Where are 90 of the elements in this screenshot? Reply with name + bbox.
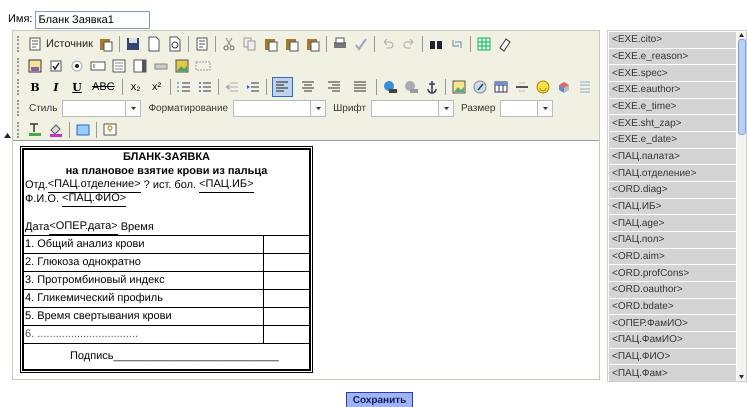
table-icon[interactable] [492,79,509,96]
select-all-icon[interactable] [476,36,492,52]
field-list-item[interactable]: <ПАЦ.палата> [609,148,736,164]
field-list-item[interactable]: <EXE.cito> [609,32,736,48]
table-cell: 4. Гликемический профиль [24,290,264,307]
form-title: БЛАНК-ЗАЯВКА [122,150,211,164]
format-label: Форматирование [148,102,228,116]
style-label: Стиль [29,102,58,116]
field-list-item[interactable]: <ORD.diag> [609,182,736,198]
strikethrough-button[interactable]: ABC [90,78,117,96]
textarea-icon[interactable] [111,58,127,74]
field-list-item[interactable]: <ORD.aim> [609,248,736,264]
size-label: Размер [461,102,496,116]
scroll-down-icon[interactable] [738,375,745,380]
field-list-item[interactable]: <EXE.sht_zap> [609,115,736,132]
field-list-item[interactable]: <ПАЦ.пол> [609,232,736,248]
field-list-item[interactable]: <ПАЦ.Фам> [609,365,736,382]
image-icon[interactable] [450,79,467,96]
scroll-up-icon[interactable] [738,32,745,37]
form-text: Отд. [25,178,48,192]
radio-button-icon[interactable] [69,58,85,74]
caret-icon [542,106,548,110]
text-color-icon[interactable] [27,122,43,138]
field-placeholder: <ПАЦ.отделение> [48,178,141,193]
caret-icon [316,106,321,110]
cut-icon[interactable] [220,36,237,52]
field-list-item[interactable]: <EXE.e_time> [609,98,736,114]
field-list-item[interactable]: <ORD.bdate> [609,298,736,314]
field-list-item[interactable]: <EXE.e_date> [609,132,736,148]
table-cell: 5. Время свертывания крови [24,308,264,325]
align-left-button[interactable] [272,77,293,98]
field-list-item[interactable]: <ПАЦ.age> [609,215,736,232]
font-label: Шрифт [333,102,366,116]
background-color-icon[interactable] [48,122,64,138]
form-text: ? ист. бол. [142,178,198,192]
field-list-item[interactable]: <ORD.oauthor> [609,282,736,298]
new-page-icon[interactable] [146,36,162,52]
table-cell: 1. Общий анализ крови [24,236,264,253]
name-label: Имя: [8,12,32,28]
image-button-icon[interactable] [174,58,190,74]
form-subtitle: на плановое взятие крови из пальца [64,164,268,178]
form-text: Ф.И.О. [25,192,60,206]
select-list-icon[interactable] [132,58,148,74]
paste-text-icon[interactable] [284,36,300,52]
field-list-item[interactable]: <ORD.profCons> [609,265,736,282]
checkbox-icon[interactable] [48,58,64,74]
show-blocks-icon[interactable] [75,122,91,138]
bold-button[interactable]: B [27,78,43,96]
form-text: Дата [25,220,50,234]
field-list-item[interactable]: <ПАЦ.отделение> [609,165,736,182]
table-cell: 6. ................................. [24,326,264,343]
preview-icon[interactable] [166,36,183,52]
table-cell: 3. Протромбиновый индекс [24,272,264,289]
template-icon[interactable] [194,36,210,52]
save-button[interactable]: Сохранить [346,392,414,407]
field-list-item[interactable]: <EXE.spec> [609,65,736,82]
caret-icon [130,106,136,110]
smiley-icon[interactable] [534,79,551,96]
editor-content[interactable] [13,140,599,379]
spellcheck-icon[interactable] [352,36,369,52]
paste-word-icon[interactable] [304,36,321,52]
name-field[interactable]: Бланк Заявка1 [35,10,150,28]
field-placeholder: <ПАЦ.ФИО> [62,192,126,207]
scrollbar[interactable] [737,32,746,381]
source-icon[interactable] [27,36,43,52]
field-placeholder: <ОПЕР.дата> [49,220,118,235]
italic-button[interactable]: I [48,78,64,96]
subscript-button[interactable]: x₂ [128,78,144,96]
field-list-item[interactable]: <ПАЦ.ФамИО> [609,332,736,348]
table-cell: 2. Глюкоза однократно [24,254,264,271]
form-text: Время [120,220,154,234]
form-icon[interactable] [27,58,43,74]
superscript-button[interactable]: x² [148,78,165,96]
paste-icon[interactable] [262,36,279,52]
field-placeholder: <ПАЦ.ИБ> [199,178,254,193]
source-button[interactable]: Источник [27,36,93,52]
underline-button[interactable]: U [69,78,85,96]
signature-line: Подпись___________________________ [70,349,279,364]
field-list-item[interactable]: <ПАЦ.ИБ> [609,198,736,214]
field-list-item[interactable]: <EXE.e_reason> [609,48,736,64]
clipboard-icon[interactable] [98,36,114,52]
collapse-icon[interactable] [4,133,11,138]
eraser-icon[interactable] [496,36,513,52]
scrollbar-thumb[interactable] [738,39,746,135]
field-list-item[interactable]: <ПАЦ.ФИО> [609,348,736,364]
field-list-item[interactable]: <ОПЕР.ФамИО> [609,315,736,332]
caret-icon [444,106,449,110]
save-icon[interactable] [124,36,141,52]
globe-link-icon[interactable] [382,79,398,96]
field-list-item[interactable]: <EXE.eauthor> [609,82,736,98]
